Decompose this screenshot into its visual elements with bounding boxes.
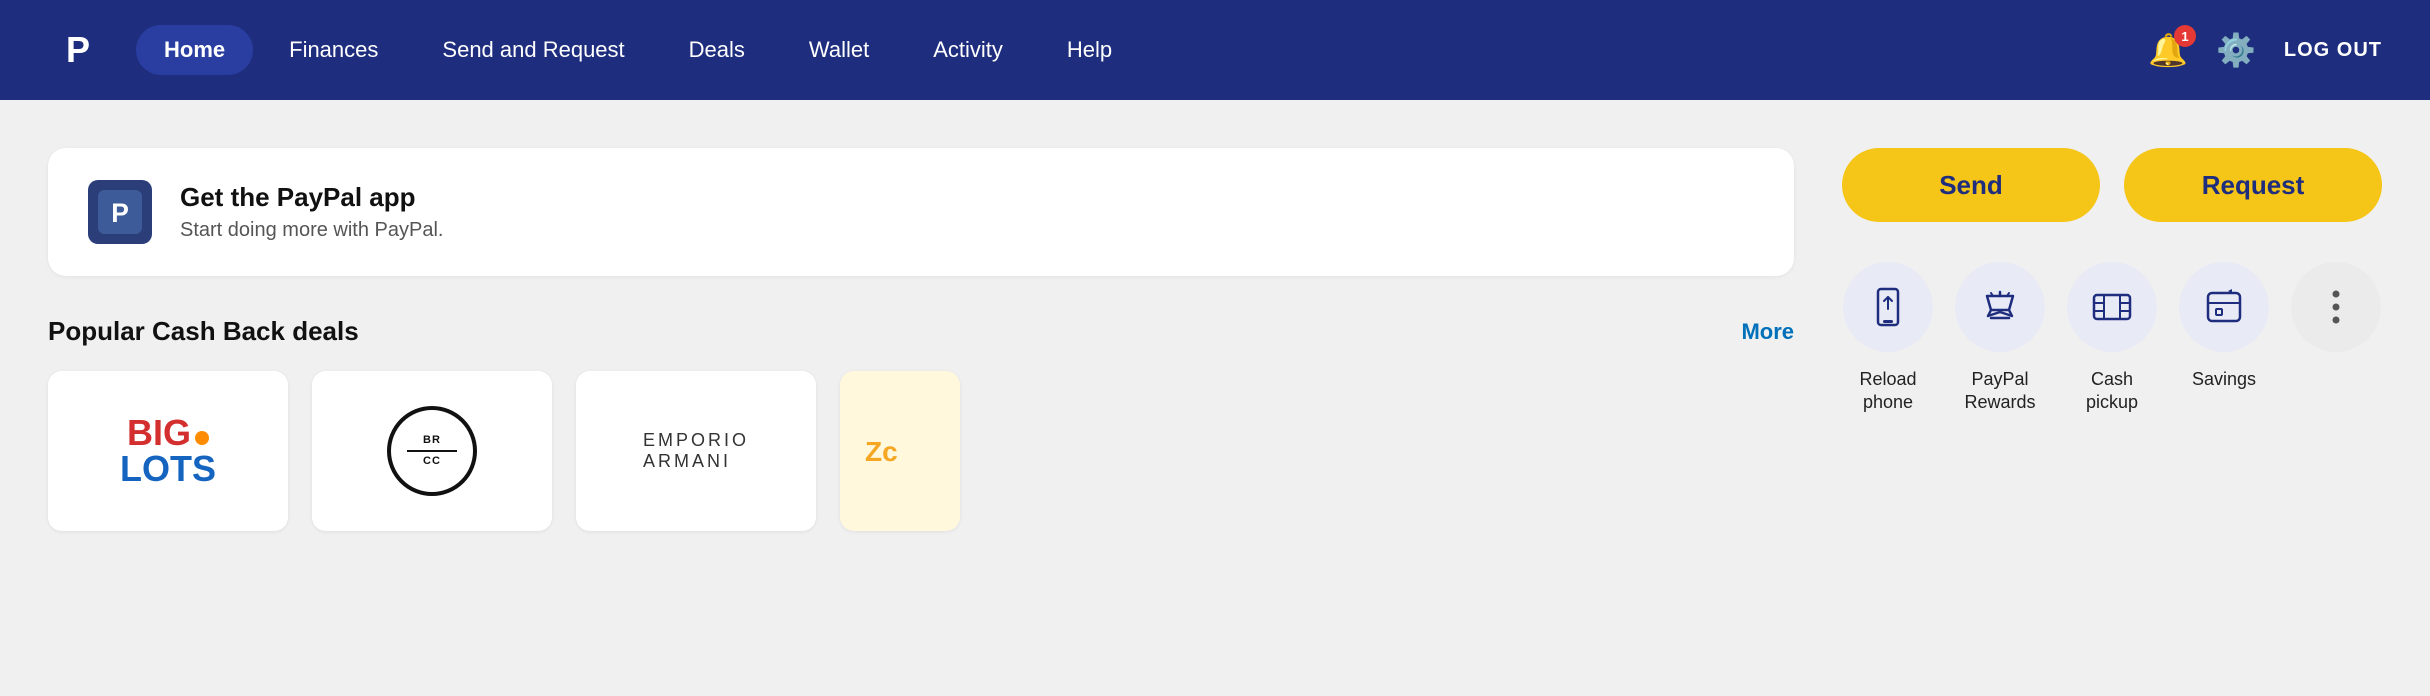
more-icon (2291, 262, 2381, 352)
paypal-logo[interactable]: P (48, 20, 108, 80)
quick-action-cash-pickup[interactable]: Cashpickup (2066, 262, 2158, 415)
nav-item-finances[interactable]: Finances (261, 25, 406, 75)
nav-item-help[interactable]: Help (1039, 25, 1140, 75)
deal-card-brcc[interactable]: BRCC (312, 371, 552, 531)
svg-text:P: P (111, 198, 129, 228)
deal-card-armani[interactable]: EMPORIOARMANI (576, 371, 816, 531)
navbar: P Home Finances Send and Request Deals W… (0, 0, 2430, 100)
notifications-button[interactable]: 🔔 1 (2148, 31, 2188, 69)
app-banner-title: Get the PayPal app (180, 182, 443, 213)
deals-header: Popular Cash Back deals More (48, 316, 1794, 347)
brcc-logo: BRCC (387, 406, 477, 496)
savings-label: Savings (2192, 368, 2256, 391)
deals-more-button[interactable]: More (1741, 319, 1794, 345)
paypal-rewards-label: PayPalRewards (1964, 368, 2035, 415)
app-banner-icon: P (88, 180, 152, 244)
nav-item-deals[interactable]: Deals (661, 25, 773, 75)
request-button[interactable]: Request (2124, 148, 2382, 222)
quick-action-reload-phone[interactable]: Reloadphone (1842, 262, 1934, 415)
settings-button[interactable]: ⚙️ (2216, 31, 2256, 69)
svg-text:Zc: Zc (865, 436, 898, 467)
left-column: P Get the PayPal app Start doing more wi… (48, 148, 1842, 531)
quick-actions: Reloadphone PayPalRewards (1842, 262, 2382, 415)
logout-button[interactable]: LOG OUT (2284, 39, 2382, 62)
app-banner[interactable]: P Get the PayPal app Start doing more wi… (48, 148, 1794, 276)
quick-action-paypal-rewards[interactable]: PayPalRewards (1954, 262, 2046, 415)
app-banner-subtitle: Start doing more with PayPal. (180, 219, 443, 242)
cash-pickup-icon (2067, 262, 2157, 352)
svg-text:P: P (66, 29, 90, 70)
main-content: P Get the PayPal app Start doing more wi… (0, 100, 2430, 531)
deals-title: Popular Cash Back deals (48, 316, 359, 347)
armani-logo: EMPORIOARMANI (643, 430, 749, 472)
reload-phone-label: Reloadphone (1859, 368, 1916, 415)
deals-grid: BIG LOTS BRCC EMPORIOARMANI (48, 371, 1794, 531)
savings-icon (2179, 262, 2269, 352)
quick-action-savings[interactable]: Savings (2178, 262, 2270, 391)
deal-card-partial[interactable]: Zc (840, 371, 960, 531)
deal-card-big-lots[interactable]: BIG LOTS (48, 371, 288, 531)
nav-right: 🔔 1 ⚙️ LOG OUT (2148, 31, 2382, 69)
app-banner-text: Get the PayPal app Start doing more with… (180, 182, 443, 242)
action-buttons: Send Request (1842, 148, 2382, 222)
reload-phone-icon (1843, 262, 1933, 352)
right-column: Send Request Reloadphone (1842, 148, 2382, 531)
nav-item-send-request[interactable]: Send and Request (414, 25, 652, 75)
quick-action-more[interactable]: More (2290, 262, 2382, 391)
cash-pickup-label: Cashpickup (2086, 368, 2138, 415)
nav-item-activity[interactable]: Activity (905, 25, 1031, 75)
big-lots-logo: BIG LOTS (120, 415, 216, 487)
send-button[interactable]: Send (1842, 148, 2100, 222)
nav-item-home[interactable]: Home (136, 25, 253, 75)
paypal-rewards-icon (1955, 262, 2045, 352)
nav-items: Home Finances Send and Request Deals Wal… (136, 25, 2148, 75)
notification-badge: 1 (2174, 25, 2196, 47)
nav-item-wallet[interactable]: Wallet (781, 25, 897, 75)
